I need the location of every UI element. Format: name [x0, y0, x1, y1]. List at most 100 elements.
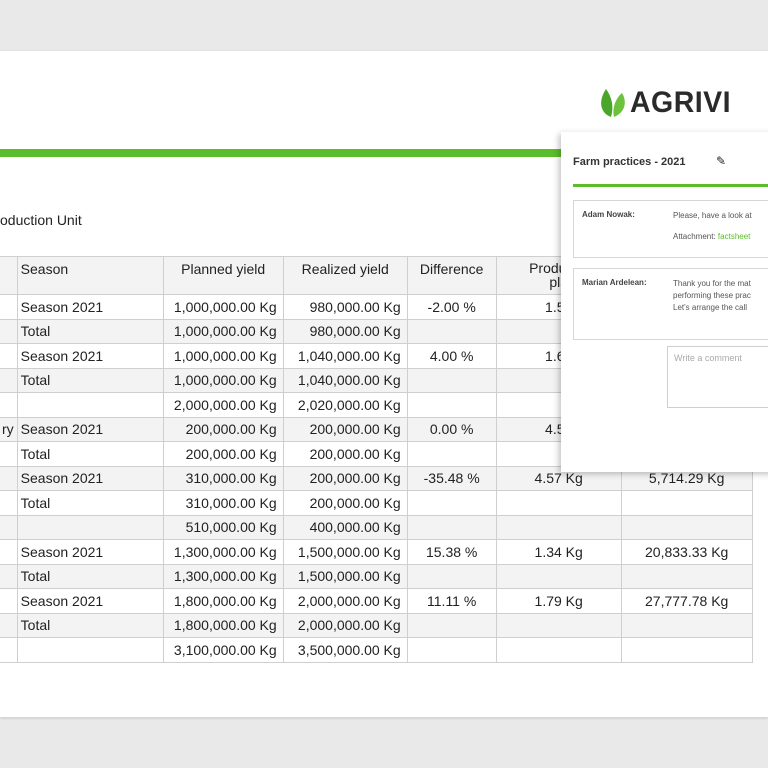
cell-crop [0, 318, 18, 344]
cell-crop [0, 367, 18, 393]
cell-difference [406, 318, 497, 344]
comment-attachment: Attachment: factsheet [673, 232, 750, 241]
cell-realized-yield: 200,000.00 Kg [282, 416, 408, 442]
cell-difference: 11.11 % [406, 588, 497, 614]
brand-logo: AGRIVI [598, 86, 736, 120]
cell-season: Season 2021 [16, 416, 164, 442]
cell-crop [0, 465, 18, 491]
cell-planned-yield: 1,000,000.00 Kg [162, 318, 284, 344]
cell-planned-yield: 1,300,000.00 Kg [162, 539, 284, 565]
cell-realized-yield: 3,500,000.00 Kg [282, 637, 408, 663]
cell-difference [406, 367, 497, 393]
cell-crop [0, 637, 18, 663]
col-header-realized-yield: Realized yield [282, 256, 408, 295]
cell-season: Season 2021 [16, 343, 164, 369]
cell-extra [620, 637, 753, 663]
cell-crop [0, 441, 18, 467]
cell-production-plan: 1.34 Kg [495, 539, 622, 565]
cell-production-plan [495, 563, 622, 589]
comments-panel: Farm practices - 2021 ✎ Adam Nowak: Plea… [561, 132, 768, 472]
cell-planned-yield: 2,000,000.00 Kg [162, 392, 284, 418]
cell-crop [0, 343, 18, 369]
cell-realized-yield: 200,000.00 Kg [282, 441, 408, 467]
comments-title-underline [573, 184, 768, 187]
cell-realized-yield: 980,000.00 Kg [282, 294, 408, 320]
cell-crop [0, 563, 18, 589]
cell-planned-yield: 510,000.00 Kg [162, 514, 284, 540]
cell-planned-yield: 3,100,000.00 Kg [162, 637, 284, 663]
cell-production-plan [495, 490, 622, 516]
cell-season: Season 2021 [16, 588, 164, 614]
table-row: 3,100,000.00 Kg 3,500,000.00 Kg [0, 637, 753, 663]
attachment-label: Attachment: [673, 232, 716, 241]
cell-extra [620, 490, 753, 516]
cell-realized-yield: 2,020,000.00 Kg [282, 392, 408, 418]
table-row: Total 1,300,000.00 Kg 1,500,000.00 Kg [0, 563, 753, 589]
cell-season [16, 514, 164, 540]
comment-item: Adam Nowak: Please, have a look at Attac… [573, 200, 768, 258]
cell-difference: 15.38 % [406, 539, 497, 565]
comment-line: performing these prac [673, 291, 751, 300]
brand-name: AGRIVI [630, 86, 732, 119]
cell-difference [406, 612, 497, 638]
comment-input[interactable]: Write a comment [667, 346, 768, 408]
cell-crop [0, 588, 18, 614]
cell-crop [0, 612, 18, 638]
comment-item: Marian Ardelean: Thank you for the mat p… [573, 268, 768, 340]
cell-realized-yield: 200,000.00 Kg [282, 490, 408, 516]
table-row: Season 2021 1,300,000.00 Kg 1,500,000.00 K… [0, 539, 753, 565]
cell-season: Total [16, 490, 164, 516]
cell-crop [0, 514, 18, 540]
cell-crop [0, 490, 18, 516]
cell-production-plan: 1.79 Kg [495, 588, 622, 614]
comment-line: Let's arrange the call [673, 303, 748, 312]
comments-title: Farm practices - 2021 [573, 156, 686, 168]
table-row: 510,000.00 Kg 400,000.00 Kg [0, 514, 753, 540]
comment-text: Thank you for the mat performing these p… [673, 278, 751, 314]
cell-season: Total [16, 367, 164, 393]
cell-planned-yield: 1,000,000.00 Kg [162, 367, 284, 393]
pencil-icon[interactable]: ✎ [716, 154, 726, 168]
cell-planned-yield: 1,800,000.00 Kg [162, 588, 284, 614]
group-label: oduction Unit [0, 212, 82, 228]
cell-season [16, 637, 164, 663]
cell-season: Total [16, 563, 164, 589]
cell-season: Total [16, 318, 164, 344]
cell-realized-yield: 400,000.00 Kg [282, 514, 408, 540]
cell-difference: -35.48 % [406, 465, 497, 491]
cell-difference: 4.00 % [406, 343, 497, 369]
cell-realized-yield: 1,040,000.00 Kg [282, 367, 408, 393]
leaf-icon [601, 89, 625, 117]
cell-season: Season 2021 [16, 465, 164, 491]
cell-extra [620, 612, 753, 638]
col-header-season: Season [16, 256, 164, 295]
cell-planned-yield: 200,000.00 Kg [162, 441, 284, 467]
cell-realized-yield: 1,500,000.00 Kg [282, 539, 408, 565]
cell-planned-yield: 310,000.00 Kg [162, 490, 284, 516]
cell-realized-yield: 200,000.00 Kg [282, 465, 408, 491]
cell-season: Season 2021 [16, 294, 164, 320]
cell-realized-yield: 2,000,000.00 Kg [282, 588, 408, 614]
cell-realized-yield: 2,000,000.00 Kg [282, 612, 408, 638]
cell-difference [406, 563, 497, 589]
cell-extra [620, 563, 753, 589]
cell-extra [620, 514, 753, 540]
table-row: Season 2021 1,800,000.00 Kg 2,000,000.00 K… [0, 588, 753, 614]
cell-difference: 0.00 % [406, 416, 497, 442]
col-header-difference: Difference [406, 256, 497, 295]
cell-production-plan [495, 514, 622, 540]
cell-difference [406, 392, 497, 418]
cell-difference [406, 637, 497, 663]
cell-realized-yield: 1,500,000.00 Kg [282, 563, 408, 589]
cell-season [16, 392, 164, 418]
cell-crop [0, 539, 18, 565]
attachment-link[interactable]: factsheet [718, 232, 750, 241]
cell-production-plan [495, 637, 622, 663]
cell-season: Total [16, 612, 164, 638]
cell-difference [406, 441, 497, 467]
comment-author: Marian Ardelean: [582, 278, 647, 287]
cell-production-plan [495, 612, 622, 638]
cell-planned-yield: 1,000,000.00 Kg [162, 343, 284, 369]
col-header-crop [0, 256, 18, 295]
cell-crop [0, 392, 18, 418]
